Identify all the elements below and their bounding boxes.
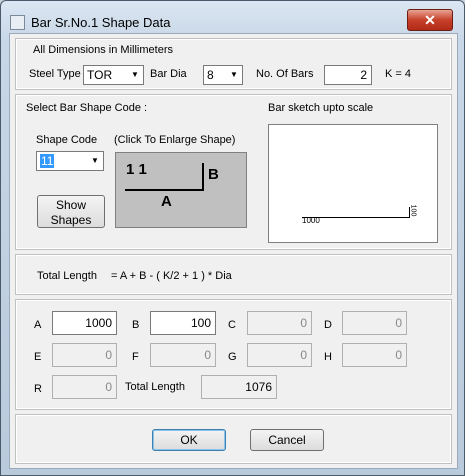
shape-panel: Select Bar Shape Code : Shape Code 11 ▼ … [15,94,452,250]
total-length-value: 1076 [201,375,277,399]
dim-e-label: E [34,351,42,363]
dim-r-input: 0 [52,375,117,399]
show-shapes-button[interactable]: Show Shapes [37,195,105,228]
shape-preview-button[interactable]: 1 1 A B [115,152,247,228]
shape-line-a [125,189,203,191]
cancel-button[interactable]: Cancel [250,429,324,451]
dim-c-label: C [228,319,236,331]
shape-code-select[interactable]: 11 ▼ [36,151,104,171]
dim-b-input[interactable]: 100 [150,311,216,335]
dim-f-label: F [132,351,139,363]
dim-g-input: 0 [247,343,312,367]
dim-d-input: 0 [342,311,407,335]
dimensions-panel: A 1000 B 100 C 0 D 0 E 0 F 0 G 0 H 0 R 0… [15,299,452,410]
bar-dia-label: Bar Dia [150,68,187,80]
dim-c-input: 0 [247,311,312,335]
shape-code-value: 11 [40,154,55,168]
dim-a-input[interactable]: 1000 [52,311,117,335]
shape-line-b [202,163,204,191]
chevron-down-icon: ▼ [131,70,139,79]
chevron-down-icon: ▼ [230,70,238,79]
dialog-body: All Dimensions in Millimeters Steel Type… [9,33,458,469]
shape-preview-b: B [208,166,219,183]
dim-a-label: A [34,319,42,331]
dim-g-label: G [228,351,237,363]
dim-r-label: R [34,383,42,395]
bar-dia-value: 8 [207,68,214,82]
enlarge-hint: (Click To Enlarge Shape) [114,134,236,146]
window-title: Bar Sr.No.1 Shape Data [31,15,171,30]
steel-type-label: Steel Type [29,68,81,80]
dim-e-input: 0 [52,343,117,367]
window-icon [10,15,25,30]
total-length-label: Total Length [125,381,185,393]
shape-preview-a: A [161,193,172,210]
k-value: K = 4 [385,68,411,80]
chevron-down-icon: ▼ [91,156,99,165]
ok-button[interactable]: OK [152,429,226,451]
dim-f-input: 0 [150,343,216,367]
sketch-line-a [302,217,409,218]
footer-panel: OK Cancel [15,414,452,464]
dim-h-input: 0 [342,343,407,367]
header-panel: All Dimensions in Millimeters Steel Type… [15,38,452,90]
steel-type-select[interactable]: TOR ▼ [83,65,144,85]
shape-preview-code: 1 1 [126,161,147,178]
no-of-bars-input[interactable]: 2 [324,65,372,85]
shape-data-dialog: Bar Sr.No.1 Shape Data ✕ All Dimensions … [0,0,465,476]
bar-dia-select[interactable]: 8 ▼ [203,65,243,85]
dimensions-note: All Dimensions in Millimeters [33,44,173,56]
close-icon: ✕ [424,12,436,28]
formula-label: Total Length [37,270,97,282]
no-of-bars-label: No. Of Bars [256,68,314,80]
bar-sketch-canvas: 1000 100 [268,124,438,243]
dim-h-label: H [324,351,332,363]
select-shape-label: Select Bar Shape Code : [26,102,148,114]
close-button[interactable]: ✕ [407,9,453,31]
dim-d-label: D [324,319,332,331]
sketch-b-text: 100 [409,204,417,217]
steel-type-value: TOR [87,68,113,82]
formula-expression: = A + B - ( K/2 + 1 ) * Dia [111,270,232,282]
formula-panel: Total Length = A + B - ( K/2 + 1 ) * Dia [15,254,452,295]
sketch-label: Bar sketch upto scale [268,102,374,114]
shape-code-label: Shape Code [36,134,98,146]
dim-b-label: B [132,319,140,331]
